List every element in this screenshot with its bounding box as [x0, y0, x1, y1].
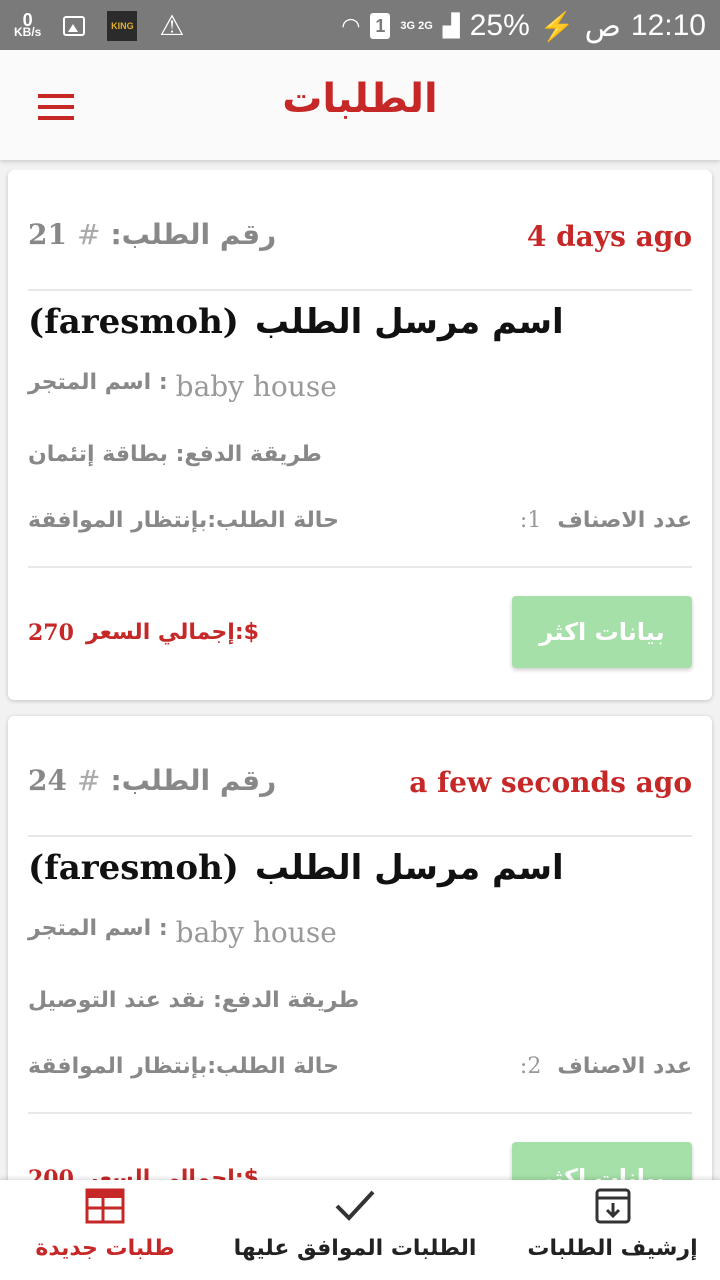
page-title: الطلبات — [282, 76, 438, 122]
order-total-value: 200 — [28, 1166, 74, 1180]
battery-charging-icon: ⚡ — [539, 10, 575, 42]
nav-archive-label: إرشيف الطلبات — [527, 1236, 698, 1261]
order-number: رقم الطلب: # 24 — [28, 764, 276, 797]
order-number-value: 21 — [28, 218, 67, 251]
orders-list[interactable]: رقم الطلب: # 21 4 days ago (faresmoh) اس… — [0, 170, 720, 1180]
sender-name: (faresmoh) — [28, 302, 239, 342]
sender-label: اسم مرسل الطلب — [254, 848, 564, 888]
store: اسم المتجر : baby house — [28, 370, 337, 403]
wifi-icon: ◠ — [341, 13, 361, 38]
store: اسم المتجر : baby house — [28, 916, 337, 949]
order-total-label: إجمالي السعر:$ — [85, 1166, 259, 1180]
order-number: رقم الطلب: # 21 — [28, 218, 276, 251]
payment-method: طريقة الدفع: بطاقة إتئمان — [28, 442, 322, 467]
order-number-label: رقم الطلب: — [110, 764, 277, 797]
order-total-label: إجمالي السعر:$ — [85, 620, 259, 645]
order-card-header: رقم الطلب: # 24 a few seconds ago — [28, 746, 692, 806]
order-number-label: رقم الطلب: — [110, 218, 277, 251]
divider — [28, 566, 692, 568]
image-notification-icon — [63, 16, 86, 36]
sender-label: اسم مرسل الطلب — [254, 302, 564, 342]
store-label: اسم المتجر : — [28, 916, 168, 941]
sender: (faresmoh) اسم مرسل الطلب — [28, 848, 564, 888]
app-notification-icon: KING — [107, 11, 138, 41]
network-speed: 0 KB/s — [14, 11, 42, 39]
order-number-value: 24 — [28, 764, 67, 797]
nav-approved-orders[interactable]: الطلبات الموافق عليها — [234, 1180, 476, 1280]
item-count-value: :1 — [519, 508, 542, 533]
order-card-header: رقم الطلب: # 21 4 days ago — [28, 200, 692, 260]
divider — [28, 289, 692, 291]
nav-new-orders[interactable]: طلبات جديدة — [20, 1180, 190, 1280]
archive-icon — [595, 1188, 630, 1224]
clock-time: 12:10 — [630, 9, 706, 42]
store-label: اسم المتجر : — [28, 370, 168, 395]
sim-icon: 1 — [370, 13, 391, 39]
order-total: 270 إجمالي السعر:$ — [28, 620, 259, 646]
divider — [28, 1112, 692, 1114]
item-count-label: عدد الاصناف — [557, 508, 692, 533]
order-time: 4 days ago — [526, 220, 692, 253]
order-total-value: 270 — [28, 620, 74, 646]
order-status: حالة الطلب:بإنتظار الموافقة — [28, 508, 339, 533]
warning-icon: ⚠ — [159, 10, 185, 41]
order-status: حالة الطلب:بإنتظار الموافقة — [28, 1054, 339, 1079]
payment-method: طريقة الدفع: نقد عند التوصيل — [28, 988, 360, 1013]
app-header: الطلبات — [0, 50, 720, 160]
network-type: 3G 2G — [400, 19, 433, 32]
order-card: رقم الطلب: # 24 a few seconds ago (fares… — [8, 716, 712, 1180]
nav-archive[interactable]: إرشيف الطلبات — [525, 1180, 700, 1280]
order-time: a few seconds ago — [409, 766, 692, 799]
network-speed-unit: KB/s — [14, 25, 42, 39]
divider — [28, 835, 692, 837]
item-count: :1 عدد الاصناف — [520, 508, 692, 533]
clock-ampm: ص — [584, 9, 621, 43]
item-count-value: :2 — [519, 1054, 542, 1079]
order-total: 200 إجمالي السعر:$ — [28, 1166, 259, 1180]
order-card: رقم الطلب: # 21 4 days ago (faresmoh) اس… — [8, 170, 712, 700]
status-bar: 0 KB/s KING ⚠ ◠ 1 3G 2G ▟ 25% ⚡ ص 12:10 — [0, 0, 720, 50]
battery-percent: 25% — [469, 9, 530, 42]
newspaper-icon — [85, 1188, 125, 1224]
signal-icon: ▟ — [442, 13, 460, 38]
nav-new-orders-label: طلبات جديدة — [35, 1236, 175, 1261]
sender: (faresmoh) اسم مرسل الطلب — [28, 302, 564, 342]
hash-icon: # — [76, 764, 101, 797]
more-details-button[interactable]: بيانات اكثر — [512, 1142, 692, 1180]
store-name: baby house — [175, 370, 337, 403]
store-name: baby house — [175, 916, 337, 949]
sender-name: (faresmoh) — [28, 848, 239, 888]
checkmark-icon — [335, 1190, 375, 1221]
item-count-label: عدد الاصناف — [557, 1054, 692, 1079]
item-count: :2 عدد الاصناف — [520, 1054, 692, 1079]
hash-icon: # — [76, 218, 101, 251]
more-details-button[interactable]: بيانات اكثر — [512, 596, 692, 668]
nav-approved-orders-label: الطلبات الموافق عليها — [233, 1236, 477, 1261]
bottom-navigation: طلبات جديدة الطلبات الموافق عليها إرشيف … — [0, 1180, 720, 1280]
